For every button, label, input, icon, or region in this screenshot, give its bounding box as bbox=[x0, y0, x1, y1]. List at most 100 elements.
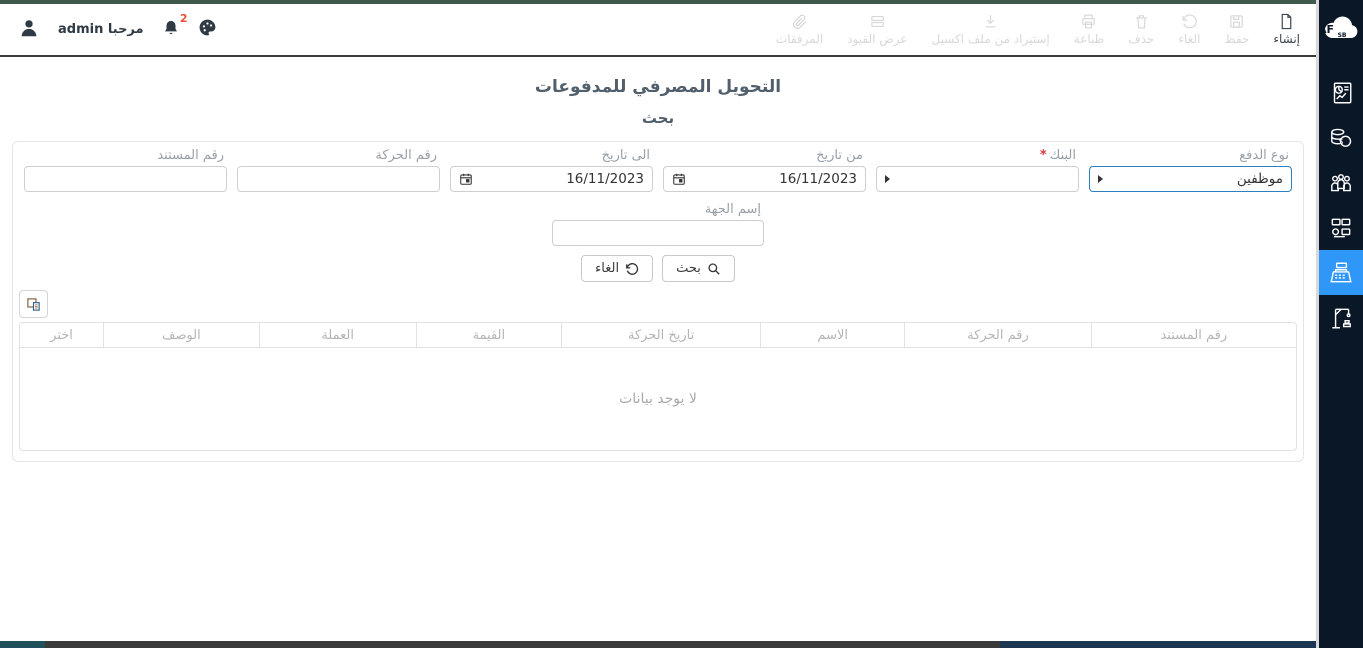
field-label: إسم الجهة bbox=[555, 202, 761, 217]
payment-type-select[interactable]: موظفين bbox=[1089, 166, 1292, 192]
svg-text:$: $ bbox=[1339, 137, 1344, 146]
form-buttons: بحث الغاء bbox=[19, 255, 1297, 282]
toolbar-label: المرفقات bbox=[776, 32, 823, 46]
field-entity-name: إسم الجهة bbox=[552, 202, 764, 246]
notifications-bell[interactable]: 2 bbox=[162, 19, 180, 41]
column-header-transaction-number[interactable]: رقم الحركة bbox=[904, 323, 1090, 347]
sidebar-item-reports[interactable] bbox=[1319, 70, 1363, 115]
save-icon bbox=[1228, 13, 1245, 30]
search-button[interactable]: بحث bbox=[662, 255, 735, 282]
money-coins-icon: $ bbox=[1328, 125, 1354, 151]
column-header-transaction-date[interactable]: تاريخ الحركة bbox=[561, 323, 760, 347]
calendar-icon bbox=[459, 172, 473, 186]
notification-badge: 2 bbox=[180, 12, 188, 25]
toolbar-save-button[interactable]: حفظ bbox=[1224, 13, 1249, 46]
results-table: رقم المستند رقم الحركة الاسم تاريخ الحرك… bbox=[19, 322, 1297, 451]
toolbar-attachments-button[interactable]: المرفقات bbox=[776, 13, 823, 46]
search-fields-row: نوع الدفع موظفين البنك* bbox=[19, 146, 1297, 192]
toolbar-label: حفظ bbox=[1224, 32, 1249, 46]
cash-register-icon bbox=[1328, 260, 1354, 286]
column-header-value[interactable]: القيمة bbox=[416, 323, 561, 347]
toolbar-create-button[interactable]: إنشاء bbox=[1273, 13, 1300, 46]
field-label: نوع الدفع bbox=[1092, 148, 1289, 163]
clear-button[interactable]: الغاء bbox=[581, 255, 653, 282]
toolbar-cancel-button[interactable]: الغاء bbox=[1178, 13, 1200, 46]
printer-icon bbox=[1080, 13, 1097, 30]
cloud-logo-icon: AF SB bbox=[1323, 13, 1359, 43]
column-header-description[interactable]: الوصف bbox=[103, 323, 259, 347]
field-from-date: من تاريخ 16/11/2023 bbox=[658, 146, 871, 192]
toolbar-print-button[interactable]: طباعة bbox=[1074, 13, 1104, 46]
undo-icon bbox=[1181, 13, 1198, 30]
column-header-document-number[interactable]: رقم المستند bbox=[1091, 323, 1296, 347]
import-excel-icon bbox=[982, 13, 999, 30]
toolbar-label: حذف bbox=[1128, 32, 1154, 46]
search-button-label: بحث bbox=[676, 261, 701, 276]
bank-select[interactable] bbox=[876, 166, 1079, 192]
person-icon bbox=[18, 17, 40, 39]
svg-text:AF: AF bbox=[1323, 23, 1334, 36]
user-cluster: 2 مرحبا admin bbox=[18, 17, 217, 43]
sidebar-item-finance[interactable]: $ bbox=[1319, 115, 1363, 160]
field-label: رقم المستند bbox=[27, 148, 224, 163]
hr-people-icon bbox=[1328, 170, 1354, 196]
bell-icon bbox=[162, 19, 180, 37]
field-to-date: الى تاريخ 16/11/2023 bbox=[445, 146, 658, 192]
column-header-choose[interactable]: اختر bbox=[20, 323, 103, 347]
user-greeting: مرحبا admin bbox=[58, 22, 144, 37]
toolbar-show-entries-button[interactable]: عرض القيود bbox=[847, 13, 907, 46]
sidebar-item-hr[interactable] bbox=[1319, 160, 1363, 205]
field-label: من تاريخ bbox=[666, 148, 863, 163]
field-bank: البنك* bbox=[871, 146, 1084, 192]
selected-value: موظفين bbox=[1237, 171, 1283, 187]
field-label: الى تاريخ bbox=[453, 148, 650, 163]
calendar-icon bbox=[672, 172, 686, 186]
toolbar: إنشاء حفظ الغاء bbox=[776, 13, 1300, 46]
toolbar-import-excel-button[interactable]: إستيراد من ملف اكسيل bbox=[932, 13, 1050, 46]
toolbar-delete-button[interactable]: حذف bbox=[1128, 13, 1154, 46]
field-label: رقم الحركة bbox=[240, 148, 437, 163]
to-date-input[interactable]: 16/11/2023 bbox=[450, 166, 653, 192]
undo-icon bbox=[625, 262, 639, 276]
inventory-modules-icon bbox=[1328, 215, 1354, 241]
required-asterisk: * bbox=[1040, 148, 1047, 163]
entity-name-input[interactable] bbox=[552, 220, 764, 246]
app-sidebar: AF SB $ bbox=[1316, 0, 1363, 648]
app-logo[interactable]: AF SB bbox=[1319, 6, 1363, 50]
dropdown-caret-icon bbox=[1098, 175, 1103, 183]
search-card: نوع الدفع موظفين البنك* bbox=[12, 141, 1304, 462]
column-header-name[interactable]: الاسم bbox=[760, 323, 904, 347]
app-root: AF SB $ bbox=[0, 0, 1363, 648]
new-file-icon bbox=[1278, 13, 1295, 30]
trash-icon bbox=[1133, 13, 1150, 30]
theme-palette-icon[interactable] bbox=[198, 18, 217, 41]
toolbar-label: إستيراد من ملف اكسيل bbox=[932, 32, 1050, 46]
toolbar-label: طباعة bbox=[1074, 32, 1104, 46]
transaction-number-input[interactable] bbox=[237, 166, 440, 192]
search-icon bbox=[707, 262, 721, 276]
table-tools bbox=[19, 290, 1297, 318]
document-number-input[interactable] bbox=[24, 166, 227, 192]
sidebar-item-projects[interactable] bbox=[1319, 295, 1363, 340]
toolbar-label: الغاء bbox=[1178, 32, 1200, 46]
date-value: 16/11/2023 bbox=[566, 171, 644, 187]
reports-chart-icon bbox=[1328, 80, 1354, 106]
field-payment-type: نوع الدفع موظفين bbox=[1084, 146, 1297, 192]
column-header-currency[interactable]: العملة bbox=[259, 323, 416, 347]
crane-projects-icon bbox=[1328, 305, 1354, 331]
svg-text:SB: SB bbox=[1338, 32, 1347, 39]
top-header: إنشاء حفظ الغاء bbox=[0, 4, 1316, 57]
sidebar-item-inventory[interactable] bbox=[1319, 205, 1363, 250]
dropdown-caret-icon bbox=[885, 175, 890, 183]
date-value: 16/11/2023 bbox=[779, 171, 857, 187]
page-title: التحويل المصرفي للمدفوعات bbox=[0, 77, 1316, 97]
table-empty-message: لا يوجد بيانات bbox=[20, 348, 1296, 450]
field-document-number: رقم المستند bbox=[19, 146, 232, 192]
table-header-row: رقم المستند رقم الحركة الاسم تاريخ الحرك… bbox=[20, 323, 1296, 348]
paperclip-icon bbox=[791, 13, 808, 30]
sidebar-item-payments-active[interactable] bbox=[1319, 250, 1363, 295]
from-date-input[interactable]: 16/11/2023 bbox=[663, 166, 866, 192]
user-avatar[interactable] bbox=[18, 17, 40, 43]
copy-icon bbox=[26, 297, 41, 312]
export-copy-button[interactable] bbox=[19, 290, 48, 318]
